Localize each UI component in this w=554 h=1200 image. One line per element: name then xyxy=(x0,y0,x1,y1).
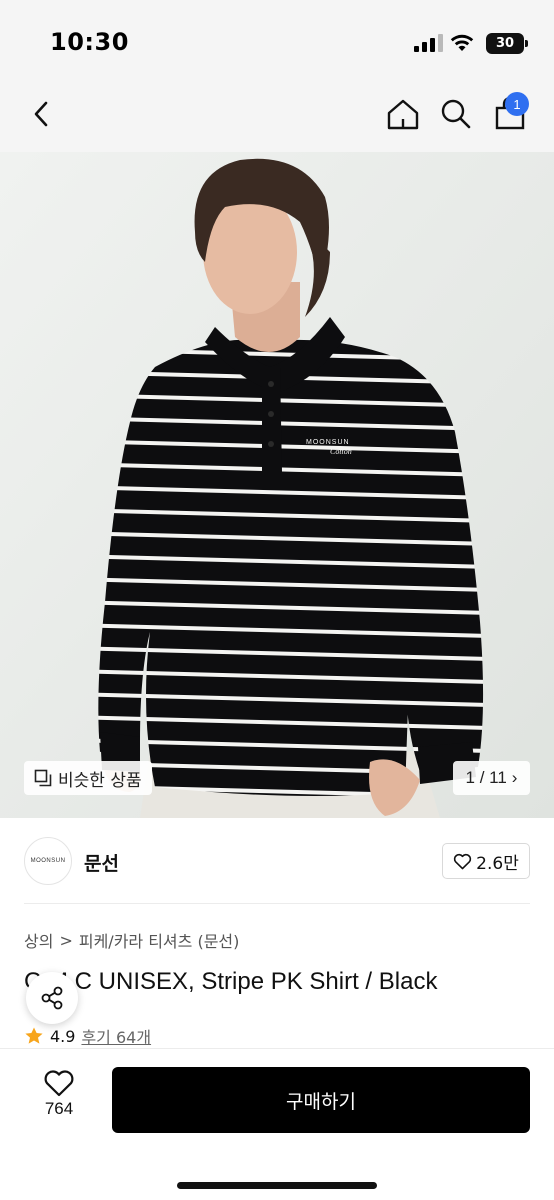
breadcrumb-separator: > xyxy=(59,930,73,950)
back-button[interactable] xyxy=(20,92,64,136)
buy-button[interactable]: 구매하기 xyxy=(112,1067,530,1133)
svg-text:MOONSUN: MOONSUN xyxy=(306,439,350,446)
wishlist-count: 764 xyxy=(44,1099,74,1118)
brand-logo-text: MOONSUN xyxy=(30,858,66,864)
star-icon xyxy=(25,1027,43,1044)
heart-icon xyxy=(454,853,472,869)
brand-row: MOONSUN 문선 2.6만 xyxy=(24,818,530,904)
heart-icon xyxy=(44,1070,74,1097)
product-title: C.M.C UNISEX, Stripe PK Shirt / Black xyxy=(24,968,438,995)
similar-products-button[interactable]: 비슷한 상품 xyxy=(24,761,152,795)
product-photo: MOONSUN Cotton xyxy=(0,152,554,818)
search-icon xyxy=(441,99,471,129)
brand-like-button[interactable]: 2.6만 xyxy=(442,843,530,879)
review-count-link[interactable]: 후기 64개 xyxy=(81,1024,151,1048)
brand-logo[interactable]: MOONSUN xyxy=(24,837,72,885)
product-image[interactable]: MOONSUN Cotton xyxy=(0,152,554,818)
svg-text:Cotton: Cotton xyxy=(330,447,352,456)
top-navigation xyxy=(0,80,554,152)
bottom-action-bar: 764 구매하기 xyxy=(0,1048,554,1200)
breadcrumb-subcategory[interactable]: 피케/카라 티셔츠 (문선) xyxy=(79,928,240,952)
home-indicator xyxy=(177,1182,377,1189)
cellular-signal-icon xyxy=(414,34,443,52)
rating-row: 4.9 후기 64개 xyxy=(24,1024,151,1048)
share-button[interactable] xyxy=(26,972,78,1024)
share-icon xyxy=(41,986,63,1010)
similar-icon xyxy=(34,769,52,787)
image-pager-count: 1 / 11 xyxy=(465,768,507,787)
rating-value: 4.9 xyxy=(50,1026,76,1046)
battery-level: 30 xyxy=(495,36,515,51)
brand-name[interactable]: 문선 xyxy=(84,849,119,876)
back-icon xyxy=(34,101,48,127)
cart-count-badge: 1 xyxy=(505,92,529,116)
status-time: 10:30 xyxy=(50,28,129,56)
breadcrumb: 상의 > 피케/카라 티셔츠 (문선) xyxy=(24,928,239,952)
similar-products-label: 비슷한 상품 xyxy=(58,770,142,791)
battery-icon: 30 xyxy=(486,33,528,54)
wishlist-button[interactable]: 764 xyxy=(36,1069,82,1119)
search-button[interactable] xyxy=(434,92,478,136)
status-bar: 10:30 30 xyxy=(0,0,554,80)
wifi-icon xyxy=(450,34,474,51)
home-button[interactable] xyxy=(381,92,425,136)
chevron-right-icon: › xyxy=(511,768,518,787)
home-icon xyxy=(387,99,419,130)
image-pager[interactable]: 1 / 11 › xyxy=(453,761,530,795)
brand-like-count: 2.6만 xyxy=(476,853,519,874)
breadcrumb-category[interactable]: 상의 xyxy=(24,928,53,952)
